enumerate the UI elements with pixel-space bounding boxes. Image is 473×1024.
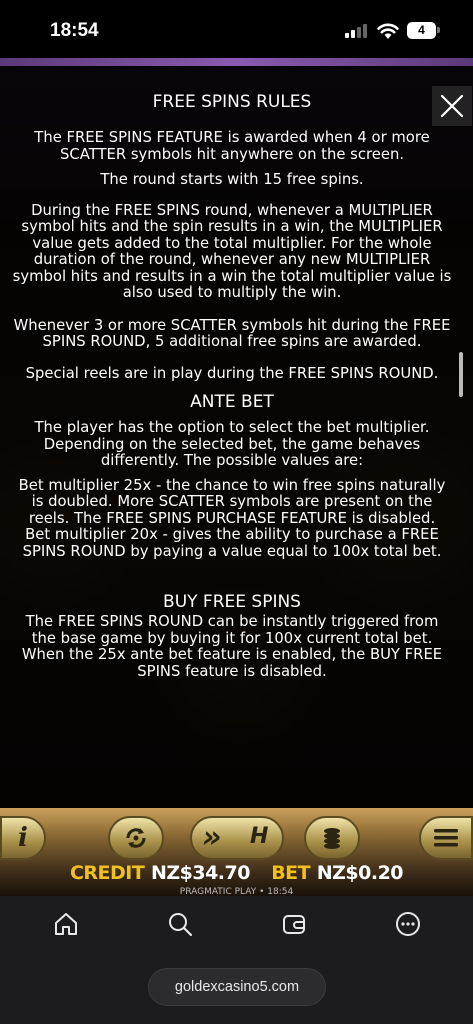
home-icon xyxy=(55,913,77,935)
home-button[interactable] xyxy=(52,910,80,938)
ante-bet-paragraph: The player has the option to select the … xyxy=(34,419,430,469)
rules-paragraph: During the FREE SPINS round, whenever a … xyxy=(12,201,452,301)
signal-icon xyxy=(345,24,369,38)
ante-option-20x: Bet multiplier 20x - gives the ability t… xyxy=(22,526,442,560)
bet-value: NZ$0.20 xyxy=(316,862,404,884)
buy-free-spins-paragraph: The FREE SPINS ROUND can be instantly tr… xyxy=(21,613,443,680)
rules-paragraph: Special reels are in play during the FRE… xyxy=(25,364,439,382)
close-icon xyxy=(440,94,464,118)
wallet-button[interactable] xyxy=(280,910,308,938)
game-top-band xyxy=(0,58,473,66)
rules-paragraph: Whenever 3 or more SCATTER symbols hit d… xyxy=(13,316,451,350)
more-button[interactable] xyxy=(394,910,422,938)
turbo-icon: » xyxy=(202,820,222,855)
info-button[interactable]: i xyxy=(0,816,46,860)
menu-button[interactable] xyxy=(419,816,473,860)
free-spins-rules-title: FREE SPINS RULES xyxy=(152,92,312,112)
ante-option-25x: Bet multiplier 25x - the chance to win f… xyxy=(18,476,446,527)
bet-button[interactable] xyxy=(304,816,360,860)
browser-nav-bar xyxy=(0,896,473,956)
bet-label: BET xyxy=(271,862,311,884)
wallet-icon xyxy=(283,915,305,934)
turbo-hold-label: H xyxy=(250,824,269,849)
more-icon xyxy=(396,912,420,936)
search-icon xyxy=(169,913,193,937)
url-bar[interactable]: goldexcasino5.com xyxy=(148,968,326,1006)
game-control-bar: i » H CREDIT NZ$34.70 BET NZ$0.20 PRAGMA… xyxy=(0,808,473,896)
battery-icon: 4 xyxy=(407,22,436,39)
status-time: 18:54 xyxy=(50,20,99,41)
search-button[interactable] xyxy=(166,910,194,938)
browser-address-area: goldexcasino5.com xyxy=(0,956,473,1024)
status-bar: 18:54 4 xyxy=(0,0,473,58)
turbo-button[interactable]: » H xyxy=(190,816,284,860)
credit-label: CREDIT xyxy=(69,862,145,884)
rules-paragraph: The round starts with 15 free spins. xyxy=(100,171,364,188)
provider-label: PRAGMATIC PLAY • 18:54 xyxy=(179,887,294,896)
menu-icon xyxy=(434,829,458,847)
close-button[interactable] xyxy=(432,86,472,126)
ante-bet-title: ANTE BET xyxy=(190,392,274,412)
autoplay-button[interactable] xyxy=(108,816,164,860)
buy-free-spins-title: BUY FREE SPINS xyxy=(163,592,301,612)
scrollbar[interactable] xyxy=(459,352,463,397)
rules-paragraph: The FREE SPINS FEATURE is awarded when 4… xyxy=(34,129,430,163)
credit-bet-display: CREDIT NZ$34.70 BET NZ$0.20 xyxy=(0,862,473,884)
game-area: FREE SPINS RULES The FREE SPINS FEATURE … xyxy=(0,58,473,896)
autoplay-icon xyxy=(126,828,146,848)
rules-panel[interactable]: FREE SPINS RULES The FREE SPINS FEATURE … xyxy=(0,66,473,808)
wifi-icon xyxy=(377,23,399,39)
info-icon: i xyxy=(18,823,28,853)
coins-icon xyxy=(324,828,340,849)
rules-content: FREE SPINS RULES The FREE SPINS FEATURE … xyxy=(12,92,452,680)
battery-tip xyxy=(437,27,440,33)
credit-value: NZ$34.70 xyxy=(150,862,251,884)
